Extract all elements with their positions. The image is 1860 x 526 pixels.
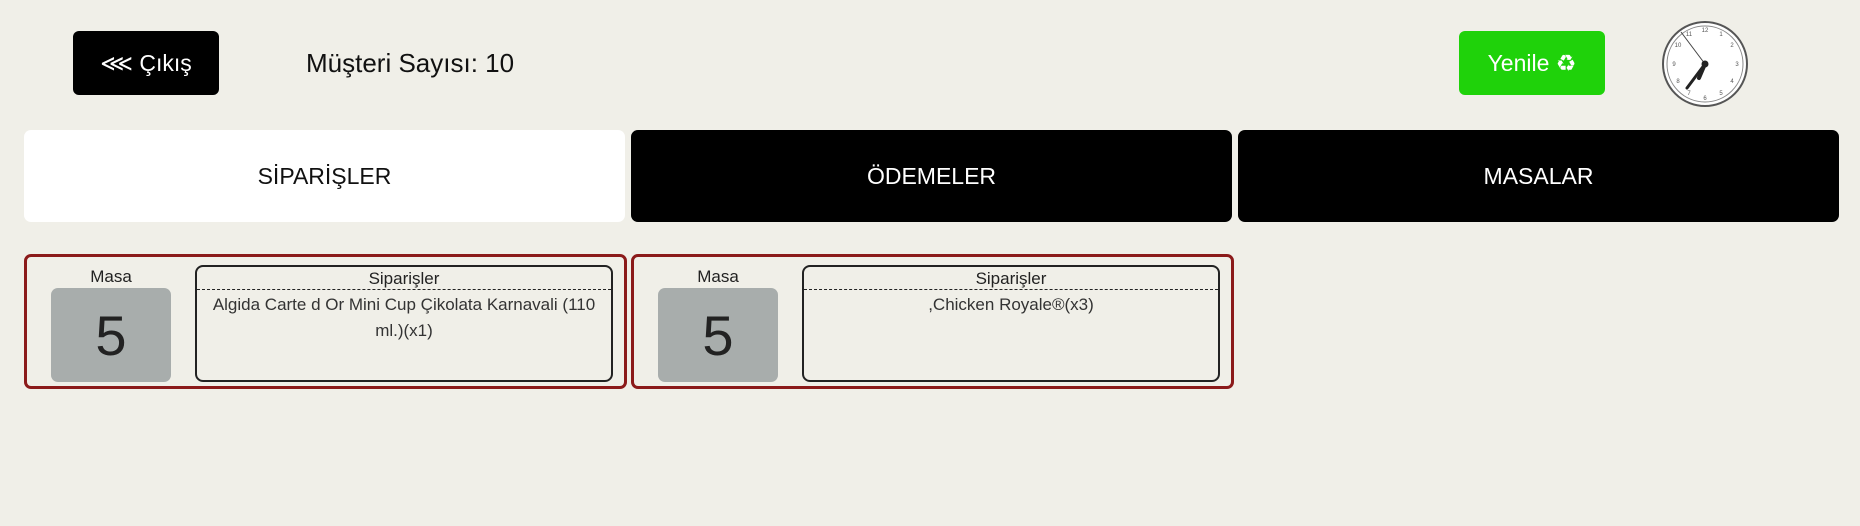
svg-text:10: 10: [1675, 43, 1682, 49]
table-label: Masa: [90, 267, 132, 286]
tab-payments[interactable]: ÖDEMELER: [631, 130, 1232, 222]
tab-tables[interactable]: MASALAR: [1238, 130, 1839, 222]
table-number: 5: [51, 288, 171, 382]
orders-text: Algida Carte d Or Mini Cup Çikolata Karn…: [212, 295, 596, 340]
customer-count: Müşteri Sayısı: 10: [306, 48, 515, 78]
svg-text:12: 12: [1702, 28, 1709, 34]
svg-text:11: 11: [1686, 32, 1693, 38]
tab-orders[interactable]: SİPARİŞLER: [24, 130, 625, 222]
table-number: 5: [658, 288, 778, 382]
orders-header: Siparişler: [804, 267, 1218, 290]
table-label: Masa: [697, 267, 739, 286]
orders-header: Siparişler: [197, 267, 611, 290]
exit-button[interactable]: ⋘ Çıkış: [73, 31, 219, 95]
refresh-button[interactable]: Yenile ♻: [1459, 31, 1605, 95]
order-card[interactable]: Masa 5 Siparişler Algida Carte d Or Mini…: [24, 254, 627, 389]
order-card[interactable]: Masa 5 Siparişler ,Chicken Royale®(x3): [631, 254, 1234, 389]
clock-icon: 12 1 2 3 4 5 6 7 8 9 10 11: [1662, 21, 1748, 107]
orders-text: ,Chicken Royale®(x3): [928, 295, 1094, 314]
orders-box: Siparişler ,Chicken Royale®(x3): [802, 265, 1220, 382]
orders-box: Siparişler Algida Carte d Or Mini Cup Çi…: [195, 265, 613, 382]
